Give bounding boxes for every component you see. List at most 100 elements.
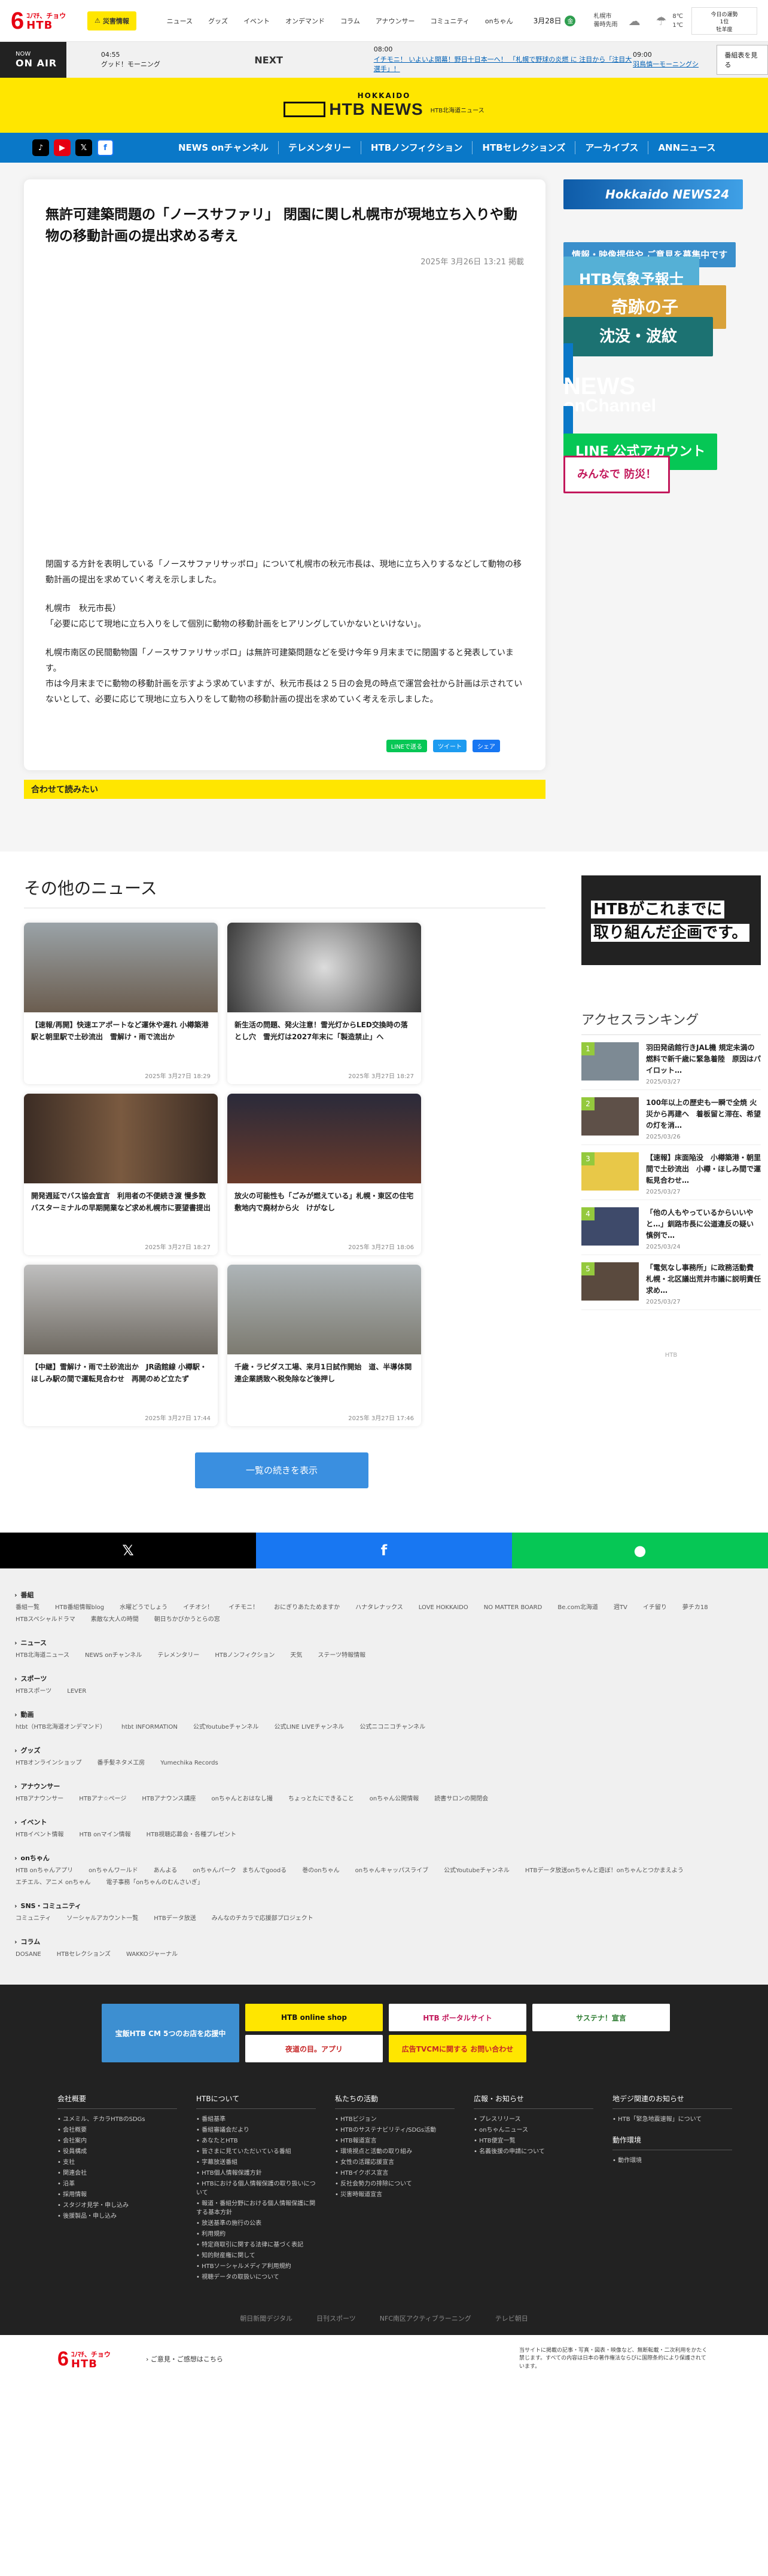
- news-card[interactable]: 放火の可能性も「ごみが燃えている」札幌・東区の住宅敷地内で廃材から火 けがなし …: [227, 1094, 421, 1255]
- sitemap-link[interactable]: 水曜どうでしょう: [120, 1603, 167, 1613]
- ranking-item[interactable]: 1 羽田発函館行きJAL機 規定未満の燃料で新千歳に緊急着陸 原因はパイロット……: [581, 1035, 761, 1091]
- top-nav-goods[interactable]: グッズ: [208, 16, 228, 26]
- footer-link-asahi[interactable]: 朝日新聞デジタル: [240, 2313, 292, 2323]
- sitemap-link[interactable]: 朝日ちかびかうとらの窓: [154, 1615, 220, 1625]
- sitemap-link[interactable]: HTBアナウンサー: [16, 1794, 63, 1804]
- sitemap-link[interactable]: HTB番組情報blog: [55, 1603, 104, 1613]
- tweet-button[interactable]: ツイート: [433, 740, 467, 753]
- current-program[interactable]: 04:55 グッド！モーニング: [66, 50, 243, 70]
- sitemap-link[interactable]: イチモニ！: [228, 1603, 258, 1613]
- sitemap-link[interactable]: WAKKOジャーナル: [126, 1950, 178, 1960]
- htb-news-logo[interactable]: HOKKAIDO HTB NEWS HTB北海道ニュース: [284, 91, 484, 119]
- sitemap-link[interactable]: エチエル、アニメ onちゃん: [16, 1878, 90, 1888]
- top-nav-column[interactable]: コラム: [340, 16, 360, 26]
- banner-chinmoku[interactable]: 沈没・波紋: [563, 317, 714, 356]
- sitemap-link[interactable]: 番組一覧: [16, 1603, 39, 1613]
- top-nav-news[interactable]: ニュース: [167, 16, 193, 26]
- footer-link[interactable]: 役員構成: [57, 2147, 177, 2156]
- footer-link[interactable]: HTBのサステナビリティ/SDGs活動: [335, 2126, 455, 2135]
- footer-link[interactable]: 利用規約: [196, 2230, 316, 2239]
- footer-link[interactable]: 番組基準: [196, 2115, 316, 2124]
- sitemap-link[interactable]: 番手髪ネタメ工房: [97, 1759, 145, 1768]
- nav-selections[interactable]: HTBセレクションズ: [472, 141, 575, 154]
- footer-link[interactable]: 皆さまに見ていただいている番組: [196, 2147, 316, 2156]
- ranking-item[interactable]: 4 「他の人もやっているからいいやと…」釧路市長に公道違反の疑い 慎例で… 202…: [581, 1200, 761, 1256]
- footer-logo[interactable]: 6 ｺﾉﾏﾁ、チョウ HTB: [57, 2348, 129, 2370]
- sitemap-link[interactable]: 天気: [290, 1651, 302, 1661]
- footer-banner-portal[interactable]: HTB ポータルサイト: [389, 2004, 526, 2032]
- sitemap-link[interactable]: ハナタレナックス: [355, 1603, 403, 1613]
- ranking-item[interactable]: 5 「電気なし事務所」に政務活動費 札幌・北区議出荒井市議に説明責任求め… 202…: [581, 1255, 761, 1311]
- sitemap-link[interactable]: HTB onちゃんアプリ: [16, 1866, 73, 1876]
- sitemap-link[interactable]: 週TV: [614, 1603, 627, 1613]
- sitemap-link[interactable]: HTB視聴応募会・各種プレゼント: [147, 1830, 237, 1840]
- news-card[interactable]: 開発週延でバス協会宣言 利用者の不便続き渡 慢多数 バスターミナルの早期開業など…: [24, 1094, 218, 1255]
- sitemap-link[interactable]: 夢チカ18: [682, 1603, 708, 1613]
- sitemap-link[interactable]: NEWS onチャンネル: [85, 1651, 142, 1661]
- sitemap-link[interactable]: onちゃんワールド: [89, 1866, 138, 1876]
- sitemap-link[interactable]: みんなのチカラで応援部プロジェクト: [212, 1914, 313, 1924]
- sitemap-link[interactable]: 素敵な大人の時間: [91, 1615, 139, 1625]
- footer-link[interactable]: 放送基準の施行の公表: [196, 2219, 316, 2228]
- x-share-button[interactable]: 𝕏: [0, 1533, 256, 1569]
- show-more-button[interactable]: 一覧の続きを表示: [195, 1452, 368, 1489]
- youtube-icon[interactable]: ▶: [54, 139, 71, 156]
- footer-banner-shop[interactable]: HTB online shop: [245, 2004, 383, 2032]
- top-nav-ondemand[interactable]: オンデマンド: [285, 16, 325, 26]
- nav-ann-news[interactable]: ANNニュース: [648, 141, 725, 154]
- sitemap-link[interactable]: 巻のonちゃん: [302, 1866, 339, 1876]
- ranking-item[interactable]: 3 【速報】床面陥没 小樽築港・朝里間で土砂流出 小樽・ほしみ間で運転見合わせ……: [581, 1145, 761, 1201]
- sitemap-section-title[interactable]: ニュース: [14, 1638, 754, 1647]
- sitemap-link[interactable]: イチ留り: [643, 1603, 667, 1613]
- sitemap-link[interactable]: htbt INFORMATION: [121, 1723, 178, 1732]
- news-card[interactable]: 新生活の問題、発火注意！雪光灯からLED交換時の落とし穴 雪光灯は2027年末に…: [227, 923, 421, 1084]
- next-program-title[interactable]: イチモニ！ いよいよ開幕！野日十日本一へ！ 「札幌で野球の炎燃 に 注目から「注…: [374, 55, 633, 75]
- facebook-icon[interactable]: f: [97, 139, 114, 156]
- sitemap-link[interactable]: DOSANE: [16, 1950, 41, 1960]
- sitemap-link[interactable]: 公式ニコニコチャンネル: [359, 1723, 425, 1732]
- sitemap-link[interactable]: テレメンタリー: [157, 1651, 199, 1661]
- sitemap-section-title[interactable]: グッズ: [14, 1745, 754, 1755]
- footer-link[interactable]: HTB便宜一覧: [474, 2137, 593, 2145]
- footer-link[interactable]: 関連会社: [57, 2169, 177, 2178]
- next-program-2[interactable]: 09:00 羽鳥慎一モーニングシ: [633, 50, 708, 70]
- sitemap-link[interactable]: 公式LINE LIVEチャンネル: [275, 1723, 345, 1732]
- next-program[interactable]: 08:00 イチモニ！ いよいよ開幕！野日十日本一へ！ 「札幌で野球の炎燃 に …: [314, 45, 633, 75]
- next-program-2-title[interactable]: 羽鳥慎一モーニングシ: [633, 60, 708, 70]
- sitemap-link[interactable]: HTB北海道ニュース: [16, 1651, 69, 1661]
- footer-link[interactable]: 知的財産権に関して: [196, 2251, 316, 2260]
- footer-link[interactable]: HTBビジョン: [335, 2115, 455, 2124]
- program-guide-button[interactable]: 番組表を見る: [717, 45, 768, 75]
- sitemap-section-title[interactable]: 動画: [14, 1710, 754, 1719]
- sitemap-link[interactable]: HTBノンフィクション: [215, 1651, 275, 1661]
- tiktok-icon[interactable]: ♪: [32, 139, 49, 156]
- sitemap-section-title[interactable]: SNS・コミュニティ: [14, 1901, 754, 1910]
- news-card[interactable]: 千歳・ラピダス工場、来月1日試作開始 道、半導体関連企業誘致へ税免除など後押し …: [227, 1265, 421, 1426]
- facebook-share-button[interactable]: シェア: [473, 740, 500, 753]
- sitemap-link[interactable]: あんよる: [154, 1866, 178, 1876]
- footer-link[interactable]: 特定商取引に関する法律に基づく表記: [196, 2241, 316, 2250]
- top-nav-announcer[interactable]: アナウンサー: [376, 16, 415, 26]
- nav-telementary[interactable]: テレメンタリー: [278, 141, 361, 154]
- sitemap-link[interactable]: ステーツ特報情報: [318, 1651, 365, 1661]
- banner-news24[interactable]: Hokkaido NEWS24: [563, 179, 743, 209]
- footer-link[interactable]: あなたとHTB: [196, 2137, 316, 2145]
- top-nav-event[interactable]: イベント: [243, 16, 270, 26]
- footer-link[interactable]: 災害時報道宣言: [335, 2190, 455, 2199]
- footer-link[interactable]: 採用情報: [57, 2190, 177, 2199]
- sitemap-link[interactable]: HTBオンラインショップ: [16, 1759, 82, 1768]
- footer-link[interactable]: HTBソーシャルメディア利用規約: [196, 2262, 316, 2271]
- top-nav-community[interactable]: コミュニティ: [431, 16, 470, 26]
- disaster-info-button[interactable]: ⚠ 災害情報: [87, 11, 136, 30]
- sitemap-link[interactable]: HTBアナ☆ページ: [79, 1794, 126, 1804]
- sitemap-link[interactable]: Be.com北海道: [557, 1603, 598, 1613]
- banner-news-on-channel[interactable]: NEWS onChannel: [563, 343, 743, 447]
- sitemap-section-title[interactable]: スポーツ: [14, 1674, 754, 1683]
- x-icon[interactable]: 𝕏: [75, 139, 92, 156]
- news-card[interactable]: 【速報/再開】快速エアポートなど運休や遅れ 小樽築港駅と朝里駅で土砂流出 雪解け…: [24, 923, 218, 1084]
- line-share-button[interactable]: LINEで送る: [386, 740, 427, 753]
- sitemap-link[interactable]: onちゃんパーク まちんでgoodる: [193, 1866, 287, 1876]
- sitemap-link[interactable]: 公式Youtubeチャンネル: [193, 1723, 259, 1732]
- footer-link[interactable]: 名義後援の申請について: [474, 2147, 593, 2156]
- sitemap-section-title[interactable]: onちゃん: [14, 1853, 754, 1863]
